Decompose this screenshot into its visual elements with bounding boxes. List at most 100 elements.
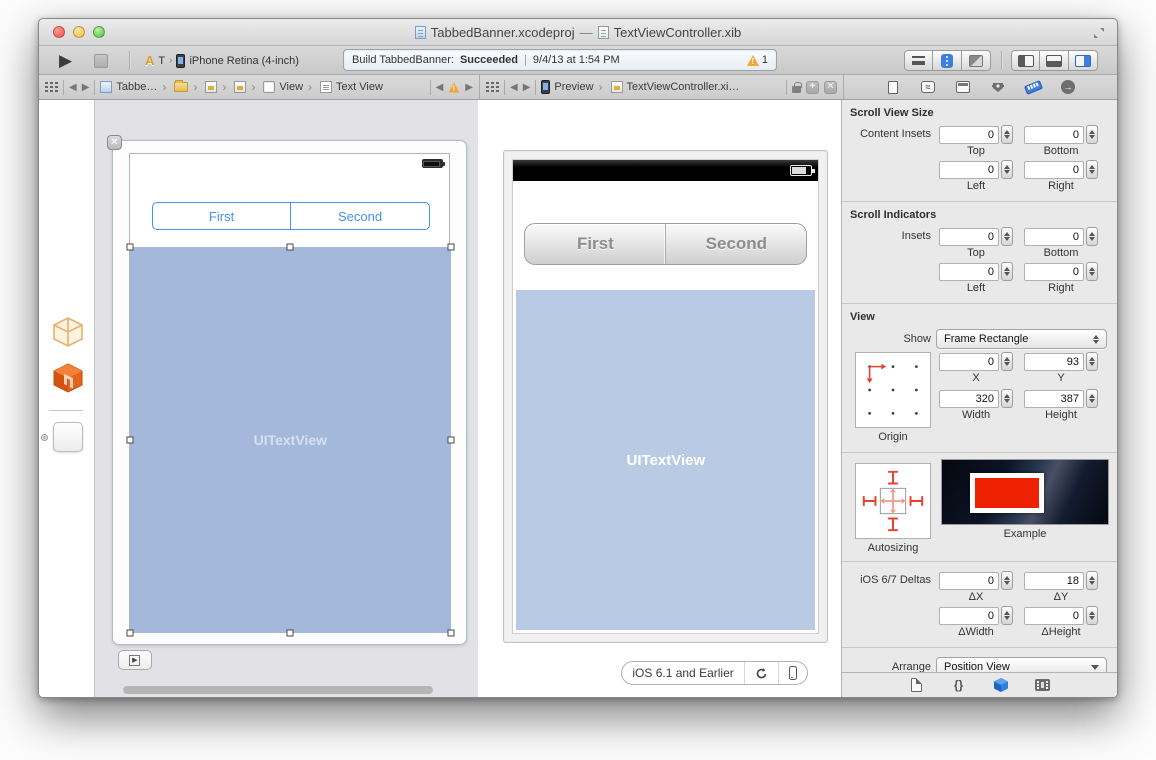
content-insets-left-field[interactable]: [939, 161, 999, 179]
tab-quick-help-inspector[interactable]: ≈: [919, 79, 937, 95]
rotate-preview-button[interactable]: [744, 662, 778, 684]
delta-x-stepper[interactable]: [1001, 571, 1013, 590]
titlebar[interactable]: TabbedBanner.xcodeproj — TextViewControl…: [39, 19, 1117, 46]
breadcrumb-view[interactable]: View: [251, 80, 303, 94]
assistant-related-items-icon[interactable]: [486, 82, 499, 92]
indicator-insets-right-stepper[interactable]: [1086, 262, 1098, 281]
breadcrumb-preview-file[interactable]: TextViewController.xi…: [599, 80, 740, 94]
delta-width-stepper[interactable]: [1001, 606, 1013, 625]
indicator-insets-top-stepper[interactable]: [1001, 227, 1013, 246]
next-issue-button[interactable]: ▶: [465, 82, 473, 93]
close-assistant-editor-button[interactable]: ✕: [824, 81, 837, 94]
content-insets-top-stepper[interactable]: [1001, 125, 1013, 144]
indicator-insets-top-field[interactable]: [939, 228, 999, 246]
content-insets-right-field[interactable]: [1024, 161, 1084, 179]
tab-connections-inspector[interactable]: →: [1059, 79, 1077, 95]
file-template-library-button[interactable]: [908, 677, 926, 693]
scheme-selector[interactable]: A T › iPhone Retina (4-inch): [145, 46, 299, 75]
content-insets-bottom-field[interactable]: [1024, 126, 1084, 144]
resize-handle-nw[interactable]: [126, 244, 133, 251]
y-field[interactable]: [1024, 353, 1084, 371]
toggle-navigator-button[interactable]: [1011, 50, 1040, 71]
content-insets-left-stepper[interactable]: [1001, 160, 1013, 179]
run-button[interactable]: ▶: [59, 46, 72, 75]
stop-button[interactable]: [94, 46, 108, 75]
resize-handle-s[interactable]: [287, 630, 294, 637]
version-editor-button[interactable]: [962, 50, 991, 71]
toggle-utilities-button[interactable]: [1069, 50, 1098, 71]
previous-issue-button[interactable]: ◀: [436, 82, 444, 93]
assistant-forward-button[interactable]: ▶: [523, 82, 531, 93]
standard-editor-button[interactable]: [904, 50, 933, 71]
resize-handle-e[interactable]: [447, 437, 454, 444]
add-assistant-editor-button[interactable]: +: [806, 81, 819, 94]
delta-width-field[interactable]: [939, 607, 999, 625]
height-stepper[interactable]: [1086, 389, 1098, 408]
code-snippet-library-button[interactable]: {}: [950, 677, 968, 693]
height-field[interactable]: [1024, 390, 1084, 408]
x-stepper[interactable]: [1001, 352, 1013, 371]
arrange-popup[interactable]: Position View: [936, 657, 1107, 672]
back-button[interactable]: ◀: [69, 82, 77, 93]
warning-count-badge[interactable]: ! 1: [747, 54, 768, 66]
toggle-debug-area-button[interactable]: [1040, 50, 1069, 71]
show-document-outline-button[interactable]: ▶: [118, 650, 152, 670]
breadcrumb-project[interactable]: Tabbe…: [100, 81, 157, 93]
resize-handle-se[interactable]: [447, 630, 454, 637]
delta-x-field[interactable]: [939, 572, 999, 590]
xib-view-window[interactable]: ✕ First Second UITextView: [112, 140, 467, 645]
indicator-insets-left-field[interactable]: [939, 263, 999, 281]
tab-attributes-inspector[interactable]: [989, 79, 1007, 95]
resize-handle-w[interactable]: [126, 437, 133, 444]
delta-height-field[interactable]: [1024, 607, 1084, 625]
width-field[interactable]: [939, 390, 999, 408]
first-responder-placeholder-icon[interactable]: [51, 362, 85, 394]
media-library-button[interactable]: [1034, 677, 1052, 693]
resize-handle-sw[interactable]: [126, 630, 133, 637]
content-insets-bottom-stepper[interactable]: [1086, 125, 1098, 144]
canvas-horizontal-scrollbar[interactable]: [123, 686, 433, 694]
segmented-control[interactable]: First Second: [152, 202, 430, 230]
forward-button[interactable]: ▶: [82, 82, 90, 93]
uitextview-selected[interactable]: UITextView: [130, 247, 451, 633]
close-view-badge[interactable]: ✕: [107, 135, 122, 150]
autosizing-widget[interactable]: [855, 463, 931, 539]
y-stepper[interactable]: [1086, 352, 1098, 371]
segment-second[interactable]: Second: [290, 203, 429, 229]
tab-file-inspector[interactable]: [884, 79, 902, 95]
indicator-insets-bottom-stepper[interactable]: [1086, 227, 1098, 246]
view-object-thumbnail[interactable]: [53, 422, 83, 452]
tab-size-inspector[interactable]: [1024, 79, 1042, 95]
content-insets-top-field[interactable]: [939, 126, 999, 144]
breadcrumb-group[interactable]: [162, 80, 188, 94]
assistant-editor-button[interactable]: [933, 50, 962, 71]
origin-widget[interactable]: [855, 352, 931, 428]
delta-height-stepper[interactable]: [1086, 606, 1098, 625]
fullscreen-icon[interactable]: [1093, 27, 1105, 39]
show-popup[interactable]: Frame Rectangle: [936, 329, 1107, 349]
breadcrumb-text-view[interactable]: Text View: [308, 80, 383, 94]
indicator-insets-bottom-field[interactable]: [1024, 228, 1084, 246]
breadcrumb-xib-2[interactable]: [222, 80, 246, 94]
breadcrumb-preview[interactable]: Preview: [541, 80, 593, 94]
segment-first[interactable]: First: [153, 203, 291, 229]
os-version-selector[interactable]: iOS 6.1 and Earlier: [622, 662, 743, 684]
issue-warning-icon[interactable]: !: [449, 82, 460, 92]
resize-handle-ne[interactable]: [447, 244, 454, 251]
resize-handle-n[interactable]: [287, 244, 294, 251]
related-items-icon[interactable]: [45, 82, 58, 92]
x-field[interactable]: [939, 353, 999, 371]
content-insets-right-stepper[interactable]: [1086, 160, 1098, 179]
tab-identity-inspector[interactable]: [954, 79, 972, 95]
breadcrumb-xib-1[interactable]: [193, 80, 217, 94]
assistant-back-button[interactable]: ◀: [510, 82, 518, 93]
delta-y-field[interactable]: [1024, 572, 1084, 590]
delta-y-stepper[interactable]: [1086, 571, 1098, 590]
width-stepper[interactable]: [1001, 389, 1013, 408]
indicator-insets-left-stepper[interactable]: [1001, 262, 1013, 281]
designed-view[interactable]: First Second UITextView: [129, 153, 450, 632]
indicator-insets-right-field[interactable]: [1024, 263, 1084, 281]
object-library-button[interactable]: [992, 677, 1010, 693]
files-owner-placeholder-icon[interactable]: [51, 316, 85, 348]
device-toggle-button[interactable]: [778, 662, 807, 684]
